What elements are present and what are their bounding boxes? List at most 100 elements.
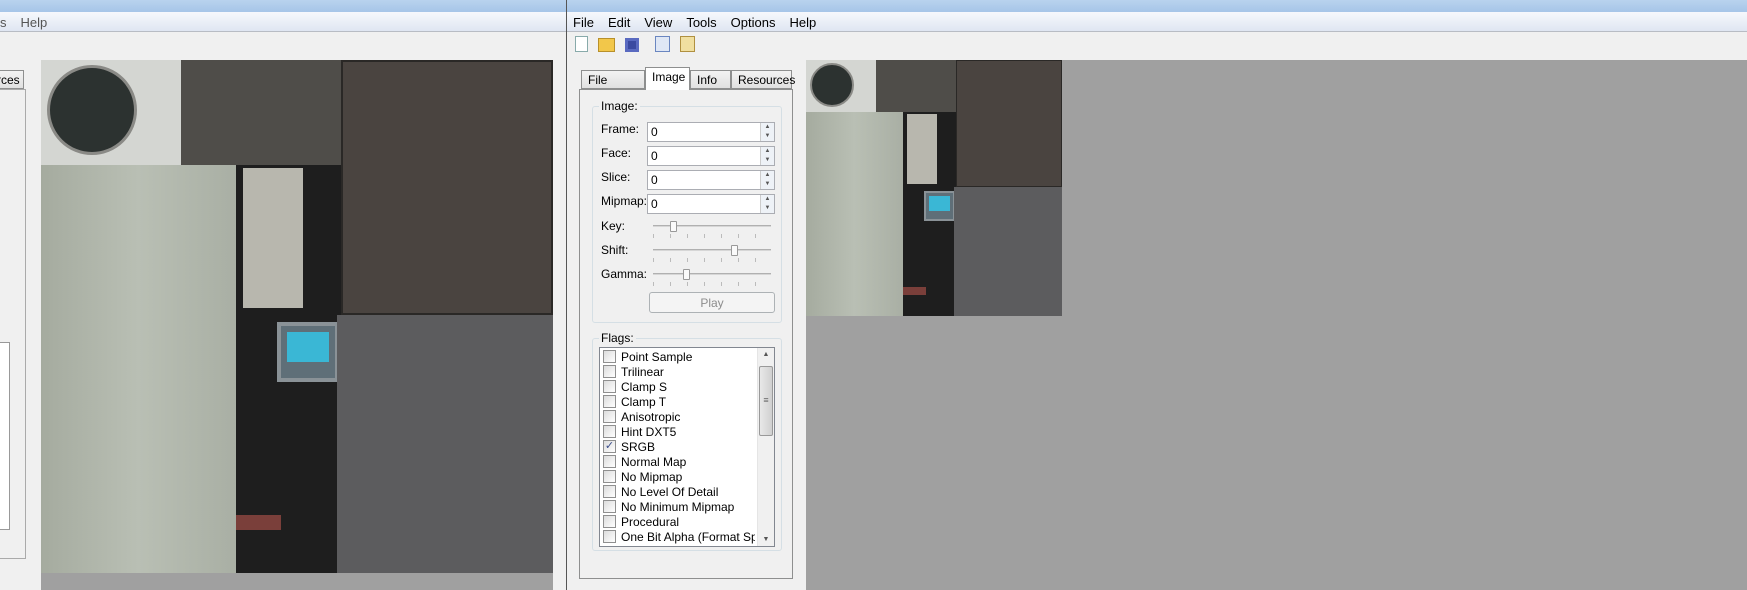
mipmap-value: 0 xyxy=(651,197,658,211)
speedometer-gauge xyxy=(810,63,854,107)
flag-item[interactable]: No Level Of Detail xyxy=(600,484,774,499)
checkbox[interactable] xyxy=(603,395,616,408)
new-file-icon[interactable] xyxy=(575,36,588,52)
toolbar xyxy=(575,36,695,56)
checkbox[interactable] xyxy=(603,470,616,483)
image-group: Image: Frame: 0 ▲ ▼ Face: 0 ▲ ▼ Slice: 0 ▲ ▼ M… xyxy=(592,99,782,323)
menu-item-partial[interactable]: s xyxy=(0,12,15,30)
checkbox-checked[interactable]: ✓ xyxy=(603,440,616,453)
flag-label: Trilinear xyxy=(621,364,664,379)
shift-label: Shift: xyxy=(601,243,629,257)
flag-label: No Level Of Detail xyxy=(621,484,719,499)
slice-spinner[interactable]: 0 ▲ ▼ xyxy=(647,170,775,190)
slider-thumb[interactable] xyxy=(669,221,677,232)
menu-tools[interactable]: Tools xyxy=(680,12,724,30)
copy-icon[interactable] xyxy=(655,36,670,52)
menu-file[interactable]: File xyxy=(567,12,602,30)
flag-item[interactable]: No Mipmap xyxy=(600,469,774,484)
slider-thumb[interactable] xyxy=(730,245,738,256)
flag-label: Clamp S xyxy=(621,379,668,394)
slider-thumb[interactable] xyxy=(682,269,690,280)
flags-group-title: Flags: xyxy=(599,331,636,345)
slice-label: Slice: xyxy=(601,170,631,184)
spin-arrows-icon[interactable]: ▲ ▼ xyxy=(760,147,774,165)
menu-item-help[interactable]: Help xyxy=(15,12,56,30)
key-slider[interactable] xyxy=(653,221,771,241)
texture-preview-large xyxy=(41,60,553,573)
save-icon[interactable] xyxy=(625,38,639,52)
tab-info[interactable]: Info xyxy=(690,70,731,89)
spin-arrows-icon[interactable]: ▲ ▼ xyxy=(760,171,774,189)
flag-item[interactable]: Clamp T xyxy=(600,394,774,409)
background-title-bar xyxy=(0,0,566,12)
tab-file-system[interactable]: File System xyxy=(581,70,645,101)
flag-label: Normal Map xyxy=(621,454,687,469)
flag-item[interactable]: Anisotropic xyxy=(600,409,774,424)
checkbox[interactable] xyxy=(603,530,616,543)
gamma-slider[interactable] xyxy=(653,269,771,289)
spin-arrows-icon[interactable]: ▲ ▼ xyxy=(760,123,774,141)
background-panel xyxy=(0,89,26,559)
flag-label: Clamp T xyxy=(621,394,667,409)
menu-edit[interactable]: Edit xyxy=(602,12,638,30)
spin-arrows-icon[interactable]: ▲ ▼ xyxy=(760,195,774,213)
tab-resources[interactable]: Resources xyxy=(731,70,795,89)
open-folder-icon[interactable] xyxy=(598,38,615,52)
background-menu-bar: s Help xyxy=(0,12,566,32)
slice-value: 0 xyxy=(651,173,658,187)
flag-item[interactable]: Procedural xyxy=(600,514,774,529)
scroll-up-icon[interactable]: ▲ xyxy=(758,351,774,358)
flag-label: Procedural xyxy=(621,514,680,529)
background-viewport xyxy=(41,573,553,590)
flag-item[interactable]: ✓ SRGB xyxy=(600,439,774,454)
flag-item[interactable]: Trilinear xyxy=(600,364,774,379)
flags-group: Flags: Point Sample Trilinear Clamp S Clamp… xyxy=(592,331,782,551)
checkbox[interactable] xyxy=(603,350,616,363)
checkbox[interactable] xyxy=(603,455,616,468)
flag-label: One Bit Alpha (Format Spec xyxy=(621,529,755,544)
scroll-thumb[interactable]: ≡ xyxy=(759,366,773,436)
flags-list[interactable]: Point Sample Trilinear Clamp S Clamp T Aniso… xyxy=(599,347,775,547)
flag-item[interactable]: Clamp S xyxy=(600,379,774,394)
flag-item[interactable]: One Bit Alpha (Format Spec xyxy=(600,529,774,544)
menu-help[interactable]: Help xyxy=(783,12,824,30)
menu-view[interactable]: View xyxy=(638,12,680,30)
key-label: Key: xyxy=(601,219,626,233)
tab-image[interactable]: Image xyxy=(645,67,690,90)
shift-slider[interactable] xyxy=(653,245,771,265)
face-value: 0 xyxy=(651,149,658,163)
flag-label: Anisotropic xyxy=(621,409,681,424)
scroll-down-icon[interactable]: ▼ xyxy=(758,536,774,543)
frame-spinner[interactable]: 0 ▲ ▼ xyxy=(647,122,775,142)
checkbox[interactable] xyxy=(603,380,616,393)
flags-scrollbar[interactable]: ▲ ≡ ▼ xyxy=(757,348,774,546)
checkbox[interactable] xyxy=(603,515,616,528)
paste-icon[interactable] xyxy=(680,36,695,52)
speedometer-gauge xyxy=(47,65,137,155)
checkbox[interactable] xyxy=(603,485,616,498)
background-tab-resources[interactable]: rces xyxy=(0,70,24,89)
face-spinner[interactable]: 0 ▲ ▼ xyxy=(647,146,775,166)
checkbox[interactable] xyxy=(603,500,616,513)
flag-label: No Mipmap xyxy=(621,469,683,484)
mipmap-spinner[interactable]: 0 ▲ ▼ xyxy=(647,194,775,214)
face-label: Face: xyxy=(601,146,632,160)
checkbox[interactable] xyxy=(603,425,616,438)
flag-item[interactable]: No Minimum Mipmap xyxy=(600,499,774,514)
background-list-scrollbar[interactable] xyxy=(0,342,10,530)
menu-options[interactable]: Options xyxy=(725,12,784,30)
checkbox[interactable] xyxy=(603,410,616,423)
menu-bar: File Edit View Tools Options Help xyxy=(567,12,1747,32)
texture-preview xyxy=(806,60,1062,316)
mipmap-label: Mipmap: xyxy=(601,194,648,208)
frame-label: Frame: xyxy=(601,122,640,136)
flag-item[interactable]: Point Sample xyxy=(600,349,774,364)
flag-label: SRGB xyxy=(621,439,656,454)
flag-item[interactable]: Hint DXT5 xyxy=(600,424,774,439)
flag-label: No Minimum Mipmap xyxy=(621,499,735,514)
checkbox[interactable] xyxy=(603,365,616,378)
play-button[interactable]: Play xyxy=(649,292,775,313)
window-title-bar xyxy=(567,0,1747,12)
gamma-label: Gamma: xyxy=(601,267,648,281)
flag-item[interactable]: Normal Map xyxy=(600,454,774,469)
